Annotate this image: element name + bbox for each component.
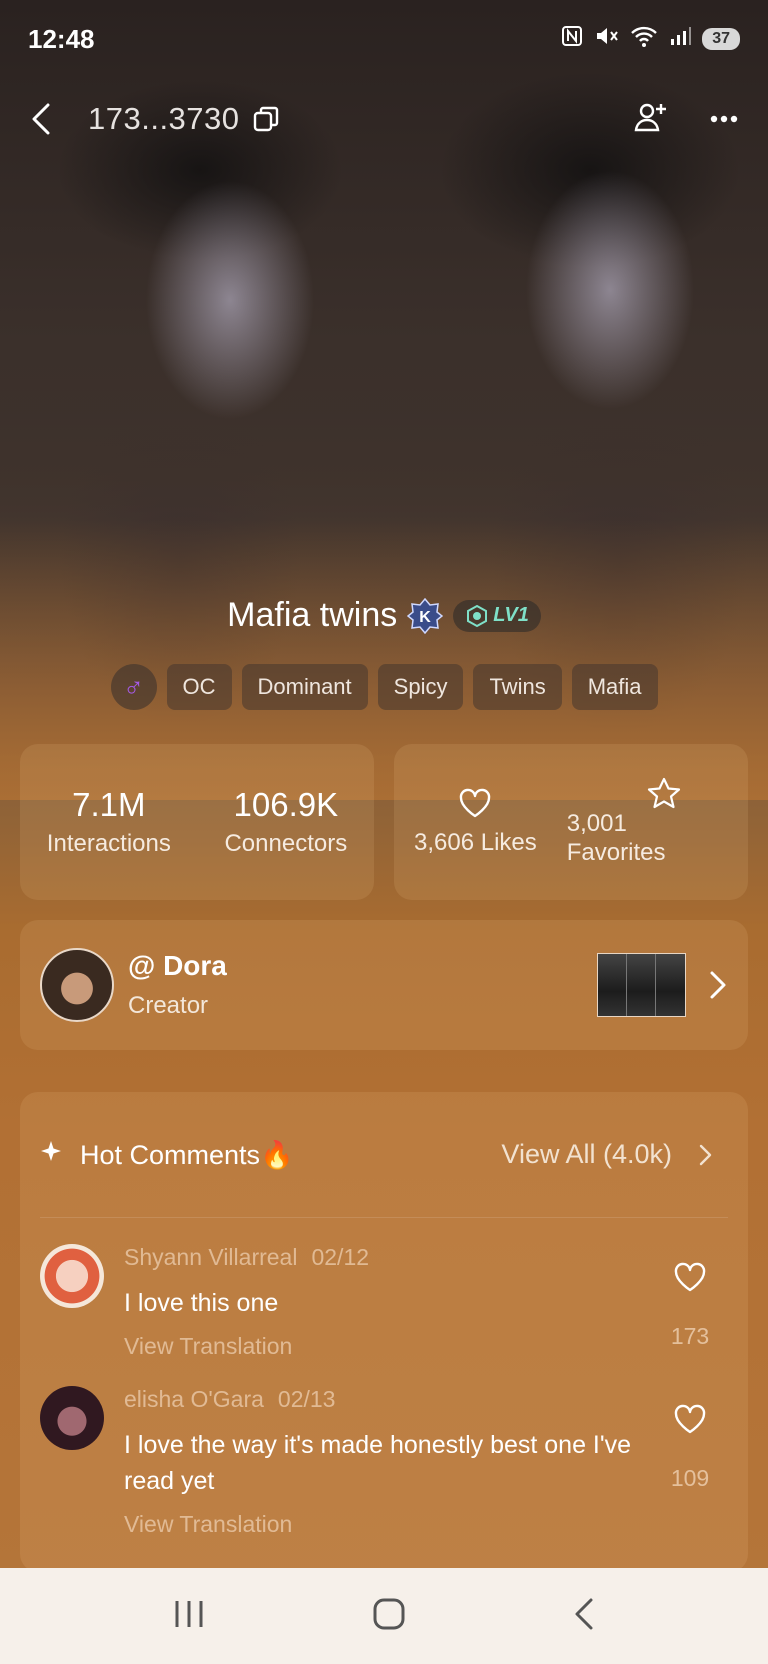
view-all-comments-link[interactable]: View All (4.0k) (501, 1139, 672, 1170)
copy-icon[interactable] (252, 105, 280, 133)
interactions-label: Interactions (46, 830, 171, 857)
tag-spicy[interactable]: Spicy (377, 664, 464, 710)
tag-oc[interactable]: OC (166, 664, 232, 710)
heart-icon (674, 1404, 706, 1434)
battery-indicator: 37 (702, 28, 740, 50)
character-title-row: Mafia twins K LV1 (0, 596, 768, 635)
view-translation-link[interactable]: View Translation (124, 1333, 664, 1360)
chevron-right-icon[interactable] (698, 1143, 712, 1167)
sparkle-icon (40, 1140, 80, 1169)
comment-text: I love this one (124, 1289, 279, 1317)
work-thumbnail (627, 954, 656, 1016)
interactions-value: 7.1M (72, 786, 146, 823)
comment-date: 02/12 (311, 1244, 370, 1270)
connectors-label: Connectors (224, 830, 348, 857)
comment-author[interactable]: Shyann Villarreal (124, 1244, 297, 1270)
status-time: 12:48 (28, 23, 95, 54)
star-icon (647, 777, 680, 809)
svg-text:K: K (419, 609, 431, 626)
hot-comments-card: Hot Comments🔥 View All (4.0k) Shyann Vil… (20, 1092, 748, 1572)
comment-like-button[interactable]: 109 (660, 1404, 720, 1492)
comment-like-count: 109 (670, 1465, 710, 1491)
favorite-button[interactable]: 3,001 Favorites (566, 777, 680, 867)
interactions-stat: 7.1M Interactions (47, 786, 171, 858)
likes-label: 3,606 Likes (414, 828, 537, 856)
more-icon[interactable] (710, 110, 738, 128)
comment-item: elisha O'Gara 02/13 I love the way it's m… (40, 1360, 728, 1538)
creator-name[interactable]: @ Dora (128, 950, 227, 982)
heart-icon (674, 1262, 706, 1292)
home-icon[interactable] (372, 1597, 406, 1636)
comment-body: Shyann Villarreal 02/12 I love this one V… (124, 1244, 664, 1360)
status-icons: 37 (560, 24, 740, 54)
add-friend-icon[interactable] (634, 102, 668, 137)
connectors-value: 106.9K (233, 786, 339, 823)
creator-works-thumbnails[interactable] (597, 953, 686, 1017)
nfc-icon (560, 24, 584, 54)
commenter-avatar[interactable] (40, 1244, 104, 1308)
comment-meta: elisha O'Gara 02/13 (124, 1386, 664, 1413)
topbar-actions (634, 102, 738, 137)
chevron-right-icon[interactable] (708, 968, 728, 1002)
comment-meta: Shyann Villarreal 02/12 (124, 1244, 664, 1271)
mute-icon (594, 24, 620, 54)
comment-item: Shyann Villarreal 02/12 I love this one V… (40, 1218, 728, 1360)
creator-badge-icon: K (407, 597, 444, 634)
male-icon: ♂ (110, 664, 157, 710)
engagement-stats-card: 7.1M Interactions 106.9K Connectors (20, 744, 374, 900)
comment-author[interactable]: elisha O'Gara (124, 1386, 264, 1412)
tag-list: ♂ OC Dominant Spicy Twins Mafia (0, 664, 768, 710)
character-name: Mafia twins (227, 596, 398, 634)
heart-icon (460, 788, 491, 817)
tag-dominant[interactable]: Dominant (241, 664, 368, 710)
system-back-icon[interactable] (573, 1597, 595, 1636)
status-bar: 12:48 37 (0, 0, 768, 78)
comment-like-count: 173 (670, 1323, 710, 1349)
connectors-stat: 106.9K Connectors (224, 786, 347, 858)
work-thumbnail (598, 954, 627, 1016)
creator-card[interactable]: @ Dora Creator (20, 920, 748, 1050)
like-button[interactable]: 3,606 Likes (414, 788, 537, 857)
tag-mafia[interactable]: Mafia (571, 664, 658, 710)
level-badge: LV1 (453, 599, 541, 632)
reactions-card: 3,606 Likes 3,001 Favorites (394, 744, 748, 900)
tag-twins[interactable]: Twins (473, 664, 562, 710)
top-navigation: 173...3730 (0, 88, 768, 150)
comment-text: I love the way it's made honestly best o… (124, 1431, 632, 1495)
recent-apps-icon[interactable] (173, 1599, 205, 1634)
stats-row: 7.1M Interactions 106.9K Connectors 3,60… (20, 744, 748, 900)
comment-like-button[interactable]: 173 (660, 1262, 720, 1350)
system-navigation-bar (0, 1568, 768, 1664)
hot-comments-header: Hot Comments🔥 View All (4.0k) (40, 1092, 728, 1218)
creator-avatar[interactable] (40, 948, 114, 1022)
signal-icon (668, 24, 692, 54)
level-label: LV1 (493, 604, 529, 626)
back-icon[interactable] (30, 99, 60, 139)
commenter-avatar[interactable] (40, 1386, 104, 1450)
work-thumbnail (656, 954, 685, 1016)
creator-role: Creator (128, 992, 209, 1019)
view-translation-link[interactable]: View Translation (124, 1511, 664, 1538)
creator-info: @ Dora Creator (128, 950, 227, 1020)
comment-date: 02/13 (277, 1386, 336, 1412)
hot-comments-title: Hot Comments🔥 (80, 1139, 294, 1170)
level-eye-icon (467, 604, 488, 627)
character-id: 173...3730 (88, 101, 240, 136)
wifi-icon (630, 24, 658, 54)
favorites-label: 3,001 Favorites (566, 810, 666, 866)
comment-body: elisha O'Gara 02/13 I love the way it's m… (124, 1386, 664, 1538)
